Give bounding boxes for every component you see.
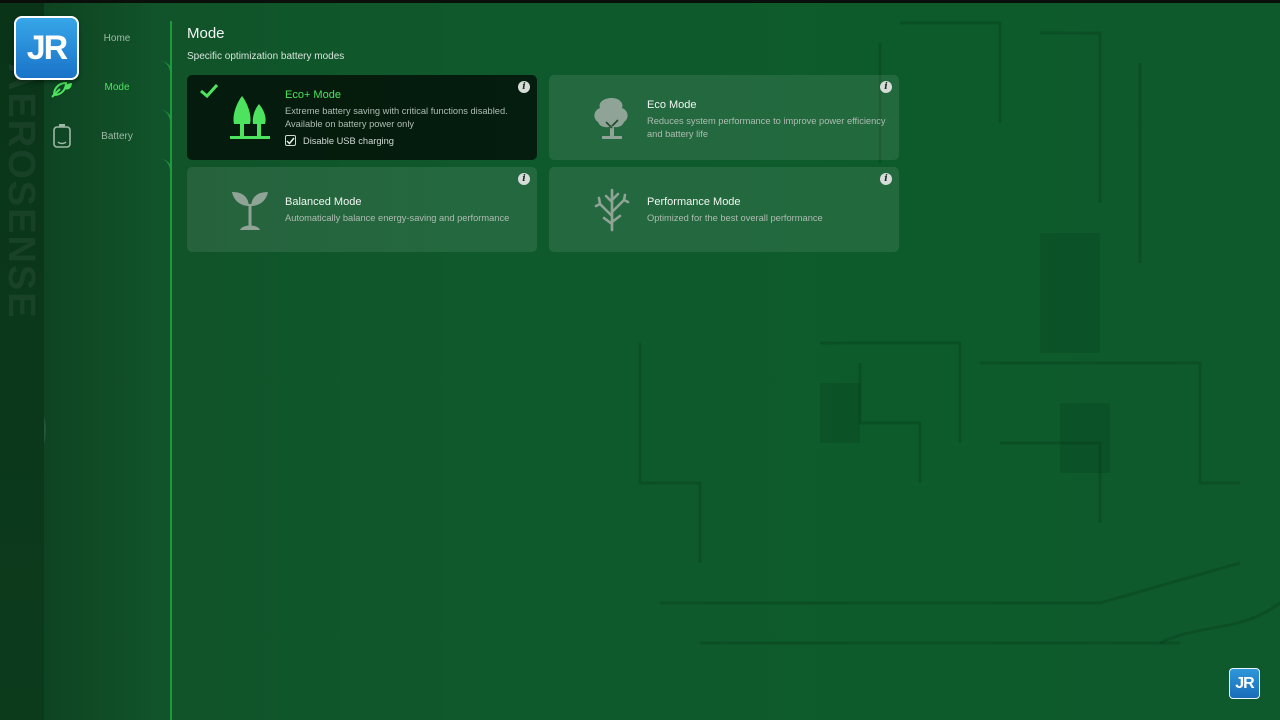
nav-track	[170, 21, 172, 720]
mode-card-eco-plus[interactable]: i Eco+ Mode Extreme battery saving with …	[187, 75, 537, 160]
mode-text: Performance Mode Optimized for the best …	[647, 196, 887, 225]
brand-watermark: AEROSENSE	[0, 63, 42, 320]
brand-logo: JR	[14, 16, 79, 80]
page-subtitle: Specific optimization battery modes	[187, 51, 345, 62]
info-icon[interactable]: i	[880, 81, 892, 93]
trees-icon	[227, 93, 273, 141]
usb-charging-option[interactable]: Disable USB charging	[285, 135, 525, 146]
mode-name: Eco+ Mode	[285, 89, 341, 101]
sidebar-nav: Home Mode Battery	[44, 3, 174, 720]
sidebar-item-label: Mode	[104, 81, 130, 93]
mode-card-performance[interactable]: i Performance Mode Optimized for the bes…	[549, 167, 899, 252]
usb-charging-label: Disable USB charging	[303, 135, 394, 146]
page-title: Mode	[187, 25, 225, 42]
mode-card-balanced[interactable]: i Balanced Mode Automatically balance en…	[187, 167, 537, 252]
brand-logo-text: JR	[1235, 674, 1254, 692]
info-icon[interactable]: i	[880, 173, 892, 185]
sidebar-item-battery[interactable]: Battery	[44, 116, 168, 156]
mode-name: Balanced Mode	[285, 196, 362, 208]
brand-logo-small: JR	[1229, 668, 1260, 699]
nav-curve	[160, 159, 172, 177]
mode-description: Automatically balance energy-saving and …	[285, 213, 510, 223]
info-icon[interactable]: i	[518, 173, 530, 185]
mode-card-eco[interactable]: i Eco Mode Reduces system performance to…	[549, 75, 899, 160]
mode-name: Eco Mode	[647, 99, 697, 111]
mode-text: Eco+ Mode Extreme battery saving with cr…	[285, 89, 525, 146]
usb-charging-checkbox[interactable]	[285, 135, 296, 146]
mode-text: Balanced Mode Automatically balance ener…	[285, 196, 525, 225]
sidebar-item-label: Battery	[101, 130, 133, 142]
brand-logo-text: JR	[26, 28, 68, 67]
bare-tree-icon	[589, 185, 635, 233]
mode-description: Reduces system performance to improve po…	[647, 116, 886, 139]
sidebar-item-label: Home	[103, 32, 131, 44]
mode-text: Eco Mode Reduces system performance to i…	[647, 99, 887, 140]
app-window: AEROSENSE Home Mode Battery JR Mode Spec…	[0, 3, 1280, 720]
main-content: Mode Specific optimization battery modes	[187, 25, 907, 252]
mode-description: Optimized for the best overall performan…	[647, 213, 823, 223]
sprout-icon	[227, 185, 273, 233]
mode-name: Performance Mode	[647, 196, 741, 208]
tree-icon	[589, 93, 635, 141]
checkbox-check-icon	[286, 137, 295, 145]
checkmark-icon	[200, 83, 219, 99]
battery-icon	[50, 123, 74, 149]
mode-description: Extreme battery saving with critical fun…	[285, 106, 508, 129]
